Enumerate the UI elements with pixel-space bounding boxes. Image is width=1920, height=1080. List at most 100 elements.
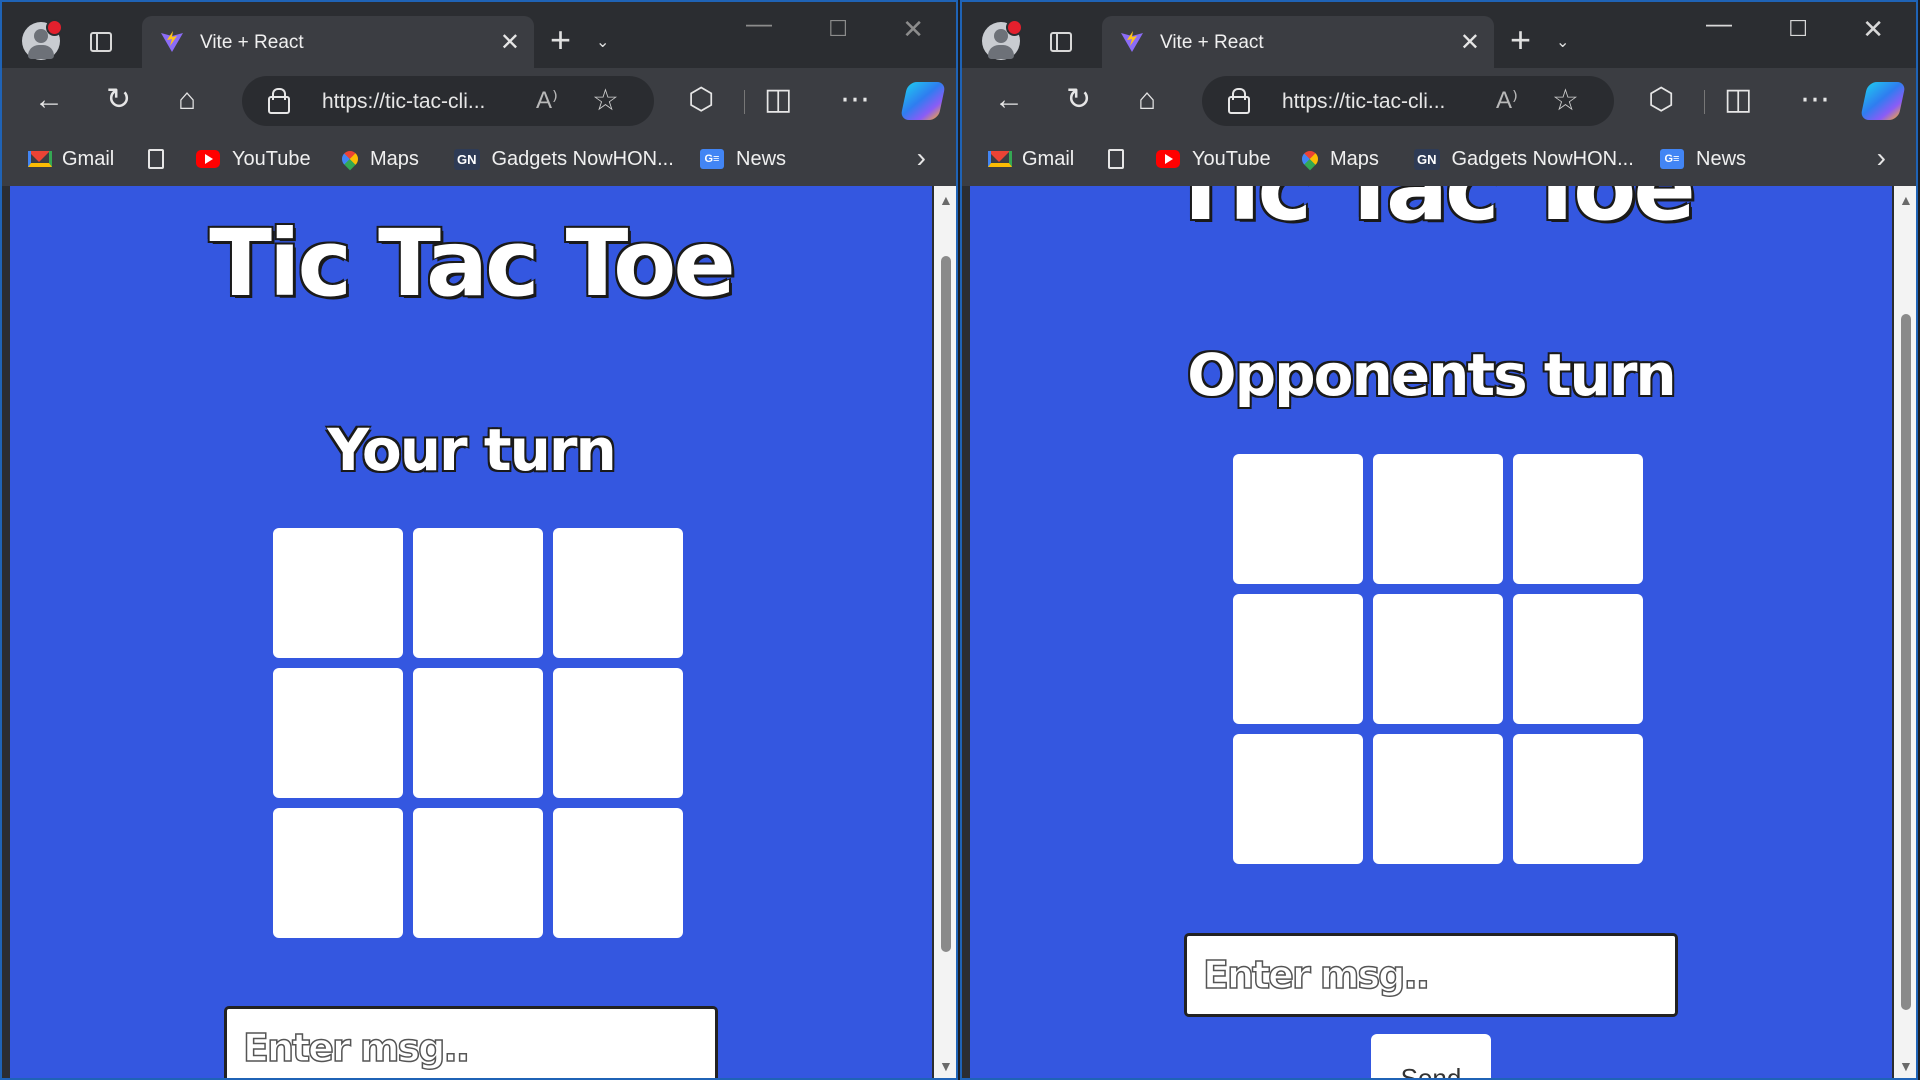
- board-cell[interactable]: [553, 668, 683, 798]
- message-input[interactable]: [224, 1006, 718, 1078]
- extensions-icon[interactable]: ⬡: [688, 82, 714, 118]
- close-window-button[interactable]: ✕: [1862, 14, 1884, 45]
- profile-avatar[interactable]: [982, 19, 1023, 60]
- address-bar[interactable]: https://tic-tac-cli... A⁾ ☆: [242, 76, 654, 126]
- scrollbar[interactable]: ▲ ▼: [934, 186, 956, 1078]
- favorite-youtube[interactable]: YouTube: [196, 144, 311, 174]
- extensions-icon[interactable]: ⬡: [1648, 82, 1674, 118]
- minimize-button[interactable]: —: [1706, 8, 1732, 39]
- maximize-button[interactable]: ☐: [828, 16, 848, 42]
- favorite-label: News: [736, 147, 787, 170]
- tab-actions-chevron-icon[interactable]: ⌄: [596, 32, 609, 52]
- board-cell[interactable]: [1373, 594, 1503, 724]
- scroll-up-arrow-icon[interactable]: ▲: [939, 192, 953, 208]
- favorite-gadgets-now[interactable]: GN Gadgets NowHON...: [1414, 144, 1634, 174]
- tab-vite-react[interactable]: Vite + React ✕: [1102, 16, 1494, 68]
- vertical-tabs-icon[interactable]: [1050, 32, 1072, 52]
- home-icon[interactable]: ⌂: [178, 82, 196, 118]
- url-text[interactable]: https://tic-tac-cli...: [1282, 90, 1445, 114]
- favorite-label: YouTube: [1192, 147, 1271, 170]
- lock-icon[interactable]: [1228, 88, 1250, 114]
- board-cell[interactable]: [413, 808, 543, 938]
- vertical-tabs-icon[interactable]: [90, 32, 112, 52]
- url-text[interactable]: https://tic-tac-cli...: [322, 90, 485, 114]
- new-tab-button[interactable]: +: [1510, 20, 1531, 60]
- board-cell[interactable]: [1233, 734, 1363, 864]
- board-cell[interactable]: [273, 668, 403, 798]
- scroll-down-arrow-icon[interactable]: ▼: [1899, 1058, 1913, 1074]
- close-window-button[interactable]: ✕: [902, 14, 924, 45]
- home-icon[interactable]: ⌂: [1138, 82, 1156, 118]
- favorite-blank-page[interactable]: [148, 144, 176, 174]
- scroll-up-arrow-icon[interactable]: ▲: [1899, 192, 1913, 208]
- read-aloud-icon[interactable]: A⁾: [1496, 86, 1518, 115]
- tab-vite-react[interactable]: Vite + React ✕: [142, 16, 534, 68]
- favorite-gmail[interactable]: Gmail: [988, 144, 1074, 174]
- board-cell[interactable]: [413, 528, 543, 658]
- toolbar-divider: [1704, 90, 1705, 114]
- favorite-maps[interactable]: Maps: [338, 144, 419, 174]
- new-tab-button[interactable]: +: [550, 20, 571, 60]
- youtube-icon: [1156, 150, 1180, 168]
- copilot-icon[interactable]: [899, 82, 947, 120]
- chevron-right-icon[interactable]: ›: [917, 142, 926, 174]
- favorite-star-icon[interactable]: ☆: [1552, 83, 1579, 118]
- scrollbar-thumb[interactable]: [941, 256, 951, 952]
- gadgets-now-icon: GN: [1414, 148, 1440, 170]
- notification-dot: [1006, 19, 1023, 36]
- maps-pin-icon: [338, 147, 362, 171]
- profile-avatar[interactable]: [22, 19, 63, 60]
- split-screen-icon[interactable]: ◫: [764, 82, 792, 118]
- send-button[interactable]: Send: [1371, 1034, 1491, 1078]
- board-cell[interactable]: [413, 668, 543, 798]
- chevron-right-icon[interactable]: ›: [1877, 142, 1886, 174]
- favorite-maps[interactable]: Maps: [1298, 144, 1379, 174]
- tab-close-icon[interactable]: ✕: [1460, 28, 1480, 57]
- board-cell[interactable]: [1513, 594, 1643, 724]
- refresh-icon[interactable]: ↻: [106, 82, 131, 118]
- browser-window-left: Vite + React ✕ + ⌄ — ☐ ✕ ← ↻ ⌂ https://t…: [0, 0, 958, 1080]
- gmail-icon: [988, 151, 1012, 167]
- tab-title: Vite + React: [1160, 32, 1264, 53]
- favorite-blank-page[interactable]: [1108, 144, 1136, 174]
- more-options-icon[interactable]: ⋯: [840, 82, 870, 118]
- board-cell[interactable]: [273, 528, 403, 658]
- refresh-icon[interactable]: ↻: [1066, 82, 1091, 118]
- more-options-icon[interactable]: ⋯: [1800, 82, 1830, 118]
- scrollbar-thumb[interactable]: [1901, 314, 1911, 1010]
- favorite-news[interactable]: G≡ News: [1660, 144, 1746, 174]
- tab-actions-chevron-icon[interactable]: ⌄: [1556, 32, 1569, 52]
- tab-strip: Vite + React ✕ + ⌄ — ☐ ✕: [2, 2, 956, 68]
- board-cell[interactable]: [1373, 454, 1503, 584]
- scrollbar[interactable]: ▲ ▼: [1894, 186, 1916, 1078]
- board-cell[interactable]: [273, 808, 403, 938]
- split-screen-icon[interactable]: ◫: [1724, 82, 1752, 118]
- favorite-gmail[interactable]: Gmail: [28, 144, 114, 174]
- tab-close-icon[interactable]: ✕: [500, 28, 520, 57]
- board-cell[interactable]: [553, 808, 683, 938]
- favorite-star-icon[interactable]: ☆: [592, 83, 619, 118]
- board-cell[interactable]: [1513, 734, 1643, 864]
- message-input[interactable]: [1184, 933, 1678, 1017]
- board-cell[interactable]: [1233, 594, 1363, 724]
- favorite-news[interactable]: G≡ News: [700, 144, 786, 174]
- minimize-button[interactable]: —: [746, 8, 772, 39]
- maximize-button[interactable]: ☐: [1788, 16, 1808, 42]
- lock-icon[interactable]: [268, 88, 290, 114]
- back-arrow-icon[interactable]: ←: [34, 82, 64, 118]
- favorites-bar: Gmail YouTube Maps GN Gadgets NowHON... …: [962, 134, 1916, 186]
- back-arrow-icon[interactable]: ←: [994, 82, 1024, 118]
- copilot-icon[interactable]: [1859, 82, 1907, 120]
- scroll-down-arrow-icon[interactable]: ▼: [939, 1058, 953, 1074]
- notification-dot: [46, 19, 63, 36]
- board-cell[interactable]: [1513, 454, 1643, 584]
- board-cell[interactable]: [1233, 454, 1363, 584]
- favorite-gadgets-now[interactable]: GN Gadgets NowHON...: [454, 144, 674, 174]
- address-bar[interactable]: https://tic-tac-cli... A⁾ ☆: [1202, 76, 1614, 126]
- page-title: Tic Tac Toe: [1169, 186, 1696, 241]
- board-cell[interactable]: [553, 528, 683, 658]
- read-aloud-icon[interactable]: A⁾: [536, 86, 558, 115]
- navigation-toolbar: ← ↻ ⌂ https://tic-tac-cli... A⁾ ☆ ⬡ ◫ ⋯: [962, 68, 1916, 134]
- board-cell[interactable]: [1373, 734, 1503, 864]
- favorite-youtube[interactable]: YouTube: [1156, 144, 1271, 174]
